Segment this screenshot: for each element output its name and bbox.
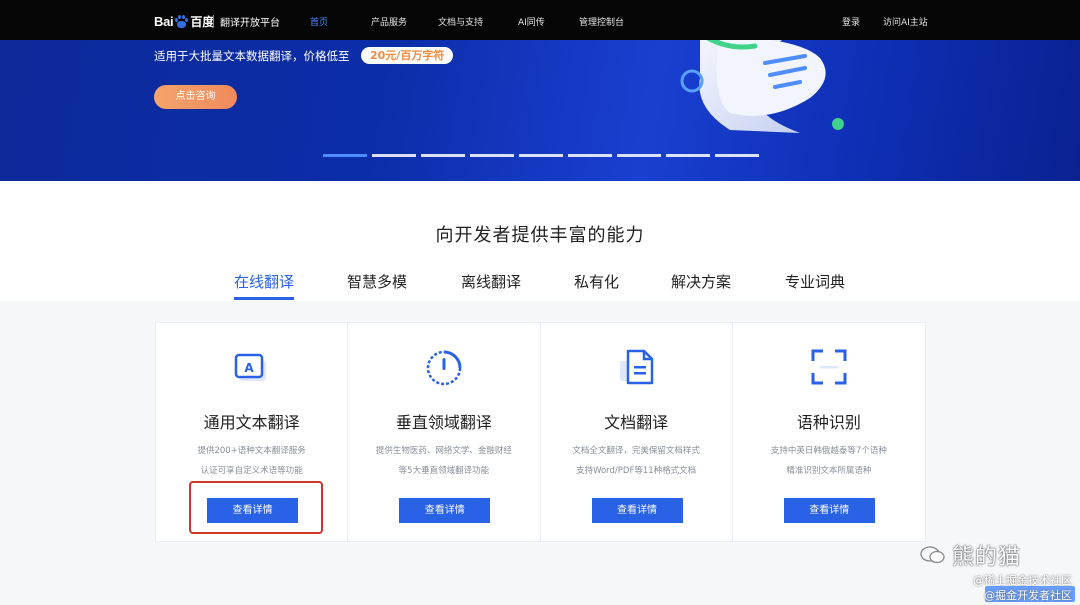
text-translate-icon: A xyxy=(234,353,266,381)
paw-icon xyxy=(174,14,189,28)
hero-banner: 适用于大批量文本数据翻译，价格低至 20元/百万字符 点击咨询 xyxy=(0,40,1080,181)
card-title: 通用文本翻译 xyxy=(203,413,300,432)
card-title: 文档翻译 xyxy=(604,413,669,432)
view-details-button[interactable]: 查看详情 xyxy=(591,498,683,523)
login-link[interactable]: 登录 xyxy=(842,15,860,28)
price-badge: 20元/百万字符 xyxy=(361,47,454,64)
nav-item-products[interactable]: 产品服务 xyxy=(371,15,407,28)
top-nav: Bai 百度 翻译开放平台 首页 产品服务 文档与支持 AI同传 管理控制台 登… xyxy=(0,0,1080,40)
card-desc: 支持中英日韩俄越泰等7个语种 xyxy=(770,446,887,456)
carousel-dot[interactable] xyxy=(519,154,563,157)
tab-label: 私有化 xyxy=(574,273,620,291)
nav-item-ai-interpret[interactable]: AI同传 xyxy=(518,15,545,28)
carousel-dot[interactable] xyxy=(617,154,661,157)
tab-label: 在线翻译 xyxy=(234,273,295,291)
document-icon xyxy=(620,349,654,385)
card-desc: 等5大垂直领域翻译功能 xyxy=(398,466,490,476)
card-title: 垂直领域翻译 xyxy=(395,413,492,432)
tab-label: 专业词典 xyxy=(785,273,846,291)
card-document: 文档翻译 文档全文翻译，完美保留文档样式 支持Word/PDF等11种格式文档 … xyxy=(541,323,733,541)
tab-offline-translation[interactable]: 离线翻译 xyxy=(461,271,521,300)
watermark-line: @掘金开发者社区 xyxy=(984,589,1072,602)
baidu-logo[interactable]: Bai 百度 xyxy=(154,13,214,29)
logo-divider xyxy=(213,15,214,27)
carousel-dot[interactable] xyxy=(372,154,416,157)
nav-item-console[interactable]: 管理控制台 xyxy=(579,15,624,28)
nav-item-docs-support[interactable]: 文档与支持 xyxy=(438,15,483,28)
hero-illustration xyxy=(680,40,844,133)
tab-label: 离线翻译 xyxy=(461,273,522,291)
carousel-dot[interactable] xyxy=(421,154,465,157)
carousel-dot[interactable] xyxy=(470,154,514,157)
tab-glossary[interactable]: 专业词典 xyxy=(785,271,845,300)
logo-text-latin: Bai xyxy=(154,13,174,29)
brand-name: 翻译开放平台 xyxy=(220,18,280,29)
consult-button[interactable]: 点击咨询 xyxy=(154,85,237,109)
tab-online-translation[interactable]: 在线翻译 xyxy=(234,271,295,300)
card-language-detect: 语种识别 支持中英日韩俄越泰等7个语种 精准识别文本所属语种 查看详情 xyxy=(733,323,925,541)
watermark: 熊的猫 xyxy=(920,539,1021,571)
card-title: 语种识别 xyxy=(796,413,861,432)
section-title: 向开发者提供丰富的能力 xyxy=(435,225,645,246)
watermark-name: 熊的猫 xyxy=(952,545,1022,570)
vertical-domain-icon xyxy=(426,350,462,386)
scan-frame-icon xyxy=(811,349,847,385)
tab-solutions[interactable]: 解决方案 xyxy=(671,271,731,300)
tab-label: 解决方案 xyxy=(671,273,732,291)
hero-subtitle: 适用于大批量文本数据翻译，价格低至 xyxy=(154,49,350,63)
carousel-dot[interactable] xyxy=(666,154,710,157)
card-desc: 认证可享自定义术语等功能 xyxy=(200,466,303,476)
tab-smart-multimodal[interactable]: 智慧多模 xyxy=(347,271,407,300)
tab-active-underline xyxy=(234,297,295,300)
carousel-indicators xyxy=(323,154,759,157)
card-desc: 文档全文翻译，完美保留文档样式 xyxy=(572,446,700,456)
wechat-icon xyxy=(920,546,945,564)
card-desc: 支持Word/PDF等11种格式文档 xyxy=(576,466,697,476)
view-details-button[interactable]: 查看详情 xyxy=(783,498,875,523)
logo-text-cn: 百度 xyxy=(190,14,215,29)
card-desc: 提供200+语种文本翻译服务 xyxy=(197,446,306,456)
carousel-dot[interactable] xyxy=(323,154,367,157)
visit-ai-link[interactable]: 访问AI主站 xyxy=(883,15,928,28)
tab-private-deploy[interactable]: 私有化 xyxy=(574,271,619,300)
card-desc: 精准识别文本所属语种 xyxy=(786,466,872,476)
carousel-dot[interactable] xyxy=(715,154,759,157)
nav-item-home[interactable]: 首页 xyxy=(310,15,328,28)
card-desc: 提供生物医药、网络文学、金融财经 xyxy=(375,446,512,456)
card-vertical-domain: 垂直领域翻译 提供生物医药、网络文学、金融财经 等5大垂直领域翻译功能 查看详情 xyxy=(348,323,541,541)
highlight-annotation-box xyxy=(189,481,323,534)
view-details-button[interactable]: 查看详情 xyxy=(399,498,491,523)
carousel-dot[interactable] xyxy=(568,154,612,157)
tab-label: 智慧多模 xyxy=(347,273,408,291)
svg-text:A: A xyxy=(244,361,254,375)
